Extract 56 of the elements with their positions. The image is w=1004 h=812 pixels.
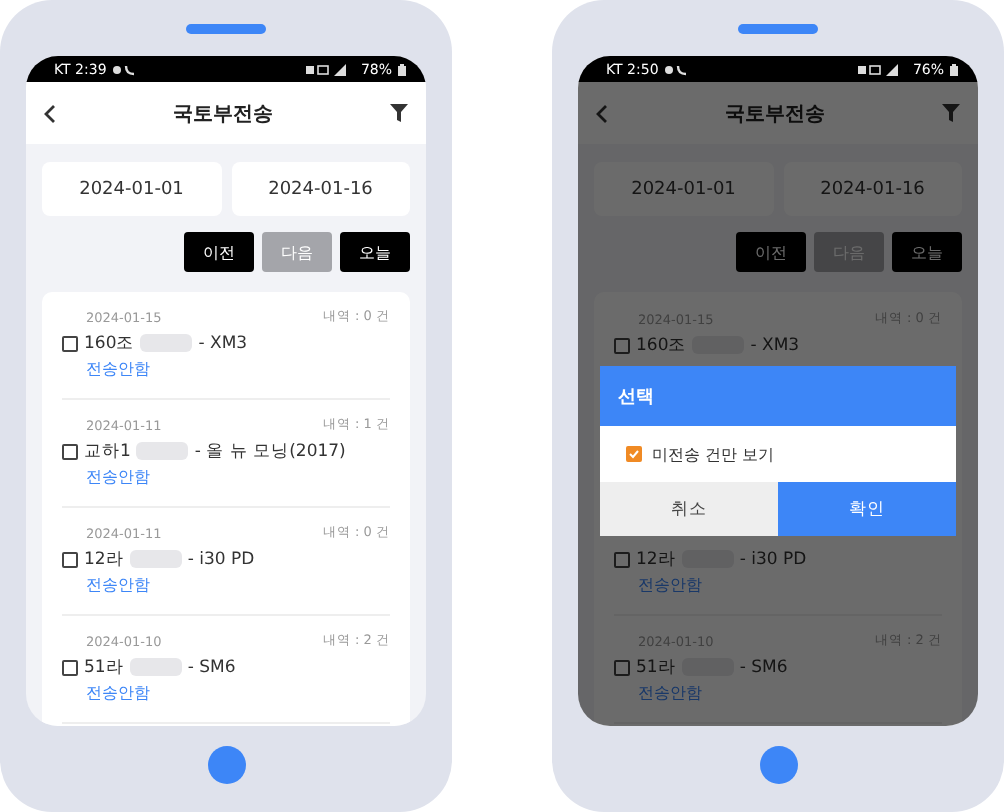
checkbox[interactable] xyxy=(62,335,78,351)
nav-button[interactable]: 오늘 xyxy=(892,232,962,272)
page-title: 국토부전송 xyxy=(173,101,273,127)
home-button[interactable] xyxy=(207,746,245,784)
home-button[interactable] xyxy=(759,746,797,784)
date-field[interactable]: 2024-01-01 xyxy=(42,162,221,216)
battery-icon xyxy=(398,63,406,75)
redaction-block xyxy=(129,658,182,676)
send-status-link[interactable]: 전송안함 xyxy=(614,573,942,601)
redaction-block xyxy=(129,550,182,568)
redaction-block xyxy=(140,334,193,352)
send-status-link[interactable]: 전송안함 xyxy=(62,357,390,385)
car-model: - 올 뉴 모닝(2017) xyxy=(194,439,346,463)
send-status-link[interactable]: 전송안함 xyxy=(614,681,942,709)
notification-icons-drawing xyxy=(112,63,137,75)
send-status-link[interactable]: 전송안함 xyxy=(62,681,390,709)
plate-number: 교하1 xyxy=(84,439,131,463)
car-model: - SM6 xyxy=(187,657,236,677)
plate-number: 160조 xyxy=(84,331,135,355)
nav-button[interactable]: 오늘 xyxy=(340,232,410,272)
plate-number: 12라 xyxy=(84,547,124,571)
dialog-title: 선택 xyxy=(600,366,956,426)
page-title: 국토부전송 xyxy=(725,101,825,127)
checkbox[interactable] xyxy=(626,446,642,462)
plate-number: 51라 xyxy=(636,655,676,679)
car-model: - XM3 xyxy=(750,335,800,355)
checkbox[interactable] xyxy=(62,443,78,459)
car-model: - i30 PD xyxy=(187,549,255,569)
send-status-link[interactable]: 전송안함 xyxy=(62,465,390,493)
checkbox[interactable] xyxy=(614,337,630,353)
nav-button[interactable]: 이전 xyxy=(736,232,806,272)
notification-icons-drawing xyxy=(664,63,689,75)
date-field[interactable]: 2024-01-01 xyxy=(594,162,773,216)
car-model: - XM3 xyxy=(198,333,248,353)
checkbox[interactable] xyxy=(614,551,630,567)
option-label: 미전송 건만 보기 xyxy=(652,443,775,465)
date-field[interactable]: 2024-01-16 xyxy=(783,162,962,216)
filter-icon[interactable] xyxy=(390,104,408,122)
send-status-link[interactable]: 전송안함 xyxy=(62,573,390,601)
car-model: - i30 PD xyxy=(739,549,807,569)
plate-number: 51라 xyxy=(84,655,124,679)
plate-number: 12라 xyxy=(636,547,676,571)
dialog-button[interactable]: 취소 xyxy=(600,482,778,536)
speaker-bar xyxy=(186,24,266,34)
plate-number: 160조 xyxy=(636,333,687,357)
speaker-bar xyxy=(738,24,818,34)
back-icon[interactable] xyxy=(44,103,56,123)
checkbox[interactable] xyxy=(614,659,630,675)
date-field[interactable]: 2024-01-16 xyxy=(231,162,410,216)
battery-icon xyxy=(950,63,958,75)
redaction-block xyxy=(136,442,189,460)
nav-button[interactable]: 이전 xyxy=(184,232,254,272)
dialog-button[interactable]: 확인 xyxy=(778,482,956,536)
car-model: - SM6 xyxy=(739,657,788,677)
checkbox[interactable] xyxy=(62,551,78,567)
checkbox[interactable] xyxy=(62,659,78,675)
